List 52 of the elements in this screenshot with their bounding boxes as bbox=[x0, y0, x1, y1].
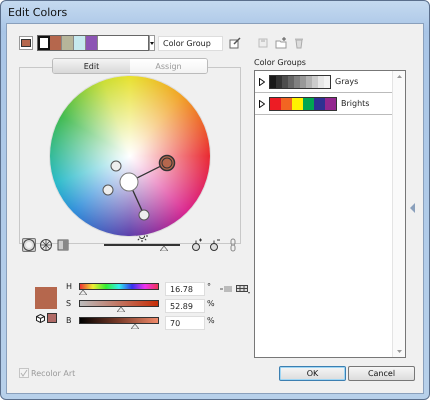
value-field[interactable]: 70 bbox=[165, 316, 205, 330]
checkbox-label: Recolor Art bbox=[31, 368, 76, 378]
value-field[interactable]: 16.78 bbox=[165, 282, 205, 296]
color-bars-icon[interactable] bbox=[56, 238, 70, 252]
dropdown-arrow-icon[interactable] bbox=[150, 42, 154, 44]
color-swatch[interactable] bbox=[86, 36, 98, 50]
group-name: Grays bbox=[335, 77, 358, 86]
leader-line bbox=[132, 190, 143, 211]
menu-icon[interactable] bbox=[220, 285, 232, 293]
color-mode-icon[interactable] bbox=[236, 285, 250, 294]
dialog-button[interactable]: OK bbox=[279, 366, 346, 380]
scroll-up-icon[interactable] bbox=[396, 75, 402, 78]
color-group-row[interactable]: Brights bbox=[255, 93, 392, 115]
in-gamut-swatch[interactable] bbox=[46, 313, 56, 323]
section-title: Color Groups bbox=[254, 58, 307, 67]
smooth-wheel-icon[interactable] bbox=[22, 238, 36, 252]
harmony-color-strip[interactable] bbox=[37, 35, 149, 51]
link-icon[interactable] bbox=[228, 238, 238, 252]
expand-arrow-icon[interactable] bbox=[259, 78, 265, 86]
color-handle[interactable] bbox=[120, 172, 138, 192]
color-swatch[interactable] bbox=[62, 36, 74, 50]
cube-icon[interactable] bbox=[36, 314, 44, 322]
brightness-slider[interactable] bbox=[79, 317, 159, 330]
scroll-down-icon[interactable] bbox=[396, 350, 402, 353]
segmented-wheel-icon[interactable] bbox=[39, 238, 53, 252]
expand-arrow-icon[interactable] bbox=[259, 100, 265, 108]
leader-line bbox=[136, 166, 160, 179]
group-name: Brights bbox=[341, 99, 370, 108]
dialog-button[interactable]: Cancel bbox=[348, 366, 415, 380]
color-group-row[interactable]: Grays bbox=[255, 71, 392, 93]
color-swatch[interactable] bbox=[50, 36, 62, 50]
remove-color-icon[interactable] bbox=[210, 238, 220, 252]
group-name-field[interactable]: Color Group bbox=[158, 36, 223, 50]
brightness-slider[interactable] bbox=[104, 244, 180, 252]
unit-label: % bbox=[207, 299, 216, 308]
color-swatch[interactable] bbox=[74, 36, 86, 50]
hue-slider[interactable] bbox=[79, 283, 159, 296]
slider-label: H bbox=[66, 282, 74, 291]
add-color-icon[interactable] bbox=[192, 238, 202, 252]
unit-label: % bbox=[207, 316, 216, 325]
current-color-swatch[interactable] bbox=[19, 36, 33, 50]
value-field[interactable]: 52.89 bbox=[165, 299, 205, 313]
saturation-slider[interactable] bbox=[79, 300, 159, 313]
color-swatch[interactable] bbox=[38, 36, 50, 50]
new-folder-icon[interactable] bbox=[275, 37, 287, 49]
edit-icon[interactable] bbox=[229, 37, 241, 49]
slider-label: B bbox=[66, 316, 72, 325]
tab[interactable]: Edit bbox=[53, 59, 130, 73]
slider-label: S bbox=[66, 299, 72, 308]
window-title: Edit Colors bbox=[8, 6, 68, 18]
color-handle[interactable] bbox=[158, 154, 176, 172]
unit-label: ° bbox=[207, 282, 212, 291]
